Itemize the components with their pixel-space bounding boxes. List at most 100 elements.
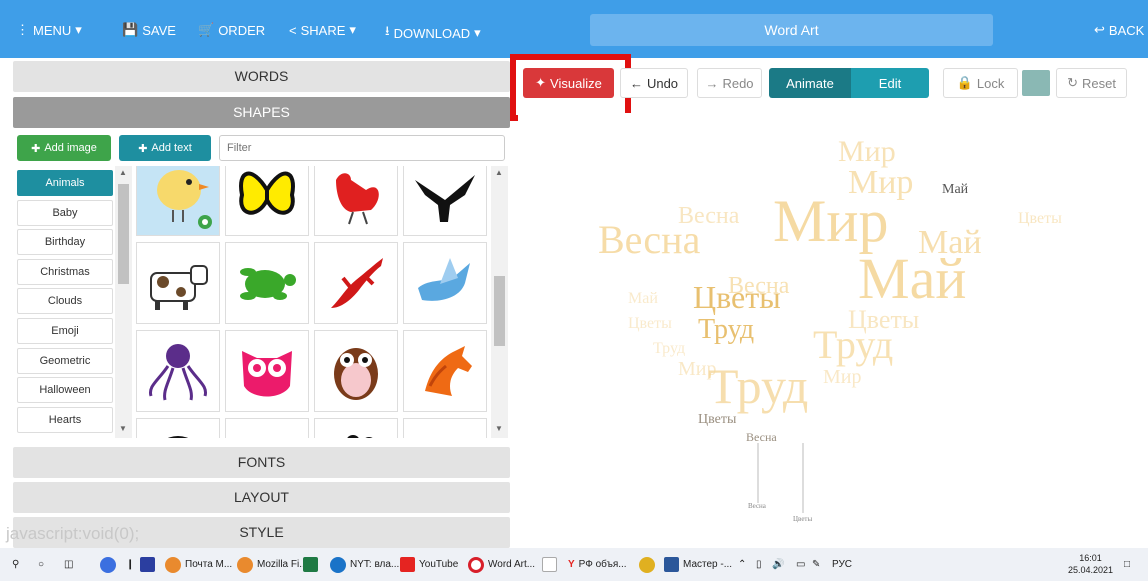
language-indicator[interactable]: РУС [832,548,852,581]
undo-button[interactable]: ← Undo [620,68,688,98]
shape-fox[interactable] [225,418,309,438]
rooster-icon [336,173,379,225]
menu-dots-icon: ⋮ [16,22,29,37]
scroll-up-icon[interactable]: ▲ [495,168,503,177]
edit-label: Edit [878,75,902,91]
shape-butterfly[interactable] [225,166,309,236]
shape-cow[interactable] [136,242,220,324]
word-icon [664,557,679,572]
task-view-icon[interactable]: ◫ [64,548,73,581]
category-item-geometric[interactable]: Geometric [17,347,113,374]
pen-icon[interactable]: ✎ [812,548,820,581]
cloud-word: Цветы [793,515,812,523]
category-item-emoji[interactable]: Emoji [17,317,113,344]
shape-bird[interactable] [403,418,487,438]
scroll-down-icon[interactable]: ▼ [119,424,127,433]
edit-tab[interactable]: Edit [851,68,929,98]
category-item-hearts[interactable]: Hearts [17,406,113,433]
notification-icon[interactable]: □ [1124,548,1130,581]
back-button[interactable]: ↩ BACK [1094,22,1144,38]
shape-eagle[interactable] [403,166,487,236]
clock[interactable]: 16:01 25.04.2021 [1068,552,1113,576]
category-item-christmas[interactable]: Christmas [17,258,113,285]
shape-scroll-thumb[interactable] [494,276,505,346]
app-icon[interactable] [100,548,116,581]
lock-button[interactable]: 🔒 Lock [943,68,1018,98]
taskbar-item-label: YouTube [419,559,459,570]
taskbar-item-nyt[interactable]: NYT: вла... [330,548,399,581]
color-swatch[interactable] [1022,70,1050,96]
os-taskbar: ⚲ ○ ◫ ❙ Почта M... Mozilla Fi... NYT: вл… [0,548,1148,581]
chrome-icon[interactable] [639,548,655,581]
cortana-icon[interactable]: ○ [38,548,44,581]
firefox-icon [237,556,253,573]
taskbar-item-master[interactable]: Мастер -... [664,548,732,581]
animate-tab[interactable]: Animate [769,68,851,98]
category-item-animals[interactable]: Animals [17,170,113,196]
shape-owl[interactable] [314,330,398,412]
order-label: ORDER [218,22,266,38]
category-item-birthday[interactable]: Birthday [17,229,113,256]
taskbar-item-youtube[interactable]: YouTube [400,548,458,581]
taskbar-item-label: РФ объя... [578,559,627,570]
section-fonts[interactable]: FONTS [13,447,510,478]
cloud-word: Труд [698,314,754,345]
scroll-down-icon[interactable]: ▼ [495,424,503,433]
category-scrollbar[interactable]: ▲ ▼ [115,166,132,438]
search-icon[interactable]: ⚲ [12,548,19,581]
dove-icon [418,258,470,301]
add-text-button[interactable]: ✚ Add text [119,135,211,161]
filter-input[interactable] [219,135,505,161]
volume-icon[interactable]: 🔊 [772,548,784,581]
category-item-clouds[interactable]: Clouds [17,288,113,315]
shape-paw[interactable] [314,418,398,438]
page-title: Word Art [590,14,993,46]
shape-horse[interactable] [403,330,487,412]
blank-doc-icon[interactable] [542,548,557,581]
download-button[interactable]: ⭳ DOWNLOAD ▾ [385,22,481,44]
visualize-button[interactable]: ✦ Visualize [523,68,614,98]
taskbar-item-label: Мастер -... [683,559,733,570]
opera-icon [468,556,484,573]
save-button[interactable]: 💾 SAVE [122,22,176,38]
taskbar-item-wordart[interactable]: Word Art... [468,548,535,581]
cow-icon [150,265,208,310]
shape-chick[interactable] [136,166,220,236]
category-item-baby[interactable]: Baby [17,199,113,226]
add-image-button[interactable]: ✚ Add image [17,135,111,161]
yandex-icon: Y [568,559,575,570]
order-button[interactable]: 🛒 ORDER [198,22,265,38]
floppy-icon: 💾 [122,22,139,37]
section-layout[interactable]: LAYOUT [13,482,510,513]
excel-icon[interactable] [303,548,318,581]
shape-dove[interactable] [403,242,487,324]
bird-icon [410,424,480,438]
section-shapes[interactable]: SHAPES [13,97,510,128]
shape-lizard[interactable] [314,242,398,324]
taskbar-item-mozilla[interactable]: Mozilla Fi... [237,548,308,581]
lock-icon: 🔒 [956,75,973,90]
reset-button[interactable]: ↻ Reset [1056,68,1127,98]
taskbar-item-label: Mozilla Fi... [257,559,308,570]
category-item-halloween[interactable]: Halloween [17,377,113,404]
redo-button[interactable]: → Redo [697,68,762,98]
display-icon[interactable]: ▭ [796,548,805,581]
download-label: DOWNLOAD [393,25,471,41]
left-panel: WORDS SHAPES ✚ Add image ✚ Add text Anim… [0,58,516,548]
shape-rooster[interactable] [314,166,398,236]
word-art-canvas[interactable]: Мир Мир Мир Весна Весна Май Май Весна Цв… [518,113,1148,548]
shape-octopus[interactable] [136,330,220,412]
shape-grid-scrollbar[interactable]: ▲ ▼ [491,166,508,438]
shape-ladybug[interactable] [136,418,220,438]
section-words[interactable]: WORDS [13,61,510,92]
tray-chevron-icon[interactable]: ⌃ [738,548,746,581]
category-scroll-thumb[interactable] [118,184,129,284]
taskbar-item-mail[interactable]: Почта M... [165,548,232,581]
share-button[interactable]: < SHARE ▾ [289,22,356,38]
scroll-up-icon[interactable]: ▲ [119,168,127,177]
floppy-icon[interactable] [140,548,155,581]
menu-button[interactable]: ⋮ MENU ▾ [16,22,82,38]
shape-owl-pink[interactable] [225,330,309,412]
shape-turtle[interactable] [225,242,309,324]
taskbar-item-rf[interactable]: Y РФ объя... [568,548,627,581]
